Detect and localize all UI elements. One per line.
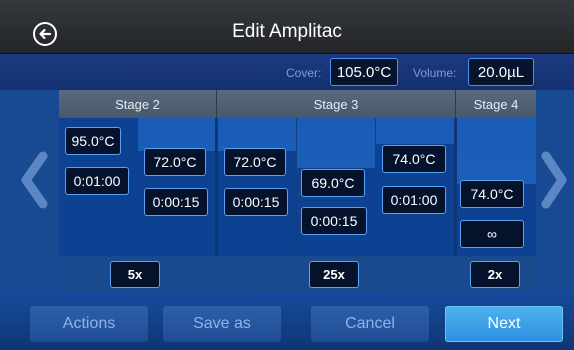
stage-header-2[interactable]: Stage 2 <box>59 90 216 118</box>
cover-temperature-field[interactable]: 105.0°C <box>330 58 398 86</box>
step-5-temperature-field[interactable]: 74.0°C <box>382 145 446 173</box>
cover-label: Cover: <box>286 66 322 80</box>
cancel-button[interactable]: Cancel <box>311 306 429 342</box>
chevron-left-icon <box>21 151 48 209</box>
step-4-temperature-field[interactable]: 69.0°C <box>301 169 365 197</box>
step-column[interactable] <box>138 118 216 256</box>
step-4-time-field[interactable]: 0:00:15 <box>301 207 367 235</box>
next-button[interactable]: Next <box>445 306 563 342</box>
page-title: Edit Amplitac <box>232 21 342 42</box>
stage-4-cycles-field[interactable]: 2x <box>470 261 520 288</box>
stage-3-cycles-field[interactable]: 25x <box>309 261 359 288</box>
step-2-time-field[interactable]: 0:00:15 <box>144 188 208 216</box>
actions-button[interactable]: Actions <box>30 306 148 342</box>
scroll-left-button[interactable] <box>18 150 48 210</box>
scroll-right-button[interactable] <box>540 150 570 210</box>
volume-label: Volume: <box>413 66 457 80</box>
stage-header-3[interactable]: Stage 3 <box>217 90 455 118</box>
step-2-temperature-field[interactable]: 72.0°C <box>144 148 206 176</box>
step-3-time-field[interactable]: 0:00:15 <box>224 188 288 216</box>
step-column[interactable] <box>218 118 296 256</box>
stage-2-cycles-field[interactable]: 5x <box>110 261 160 288</box>
volume-field[interactable]: 20.0µL <box>468 58 534 86</box>
save-as-button[interactable]: Save as <box>163 306 281 342</box>
stage-header-4[interactable]: Stage 4 <box>456 90 536 118</box>
step-1-time-field[interactable]: 0:01:00 <box>65 167 129 195</box>
step-6-hold-time-field[interactable]: ∞ <box>460 220 524 248</box>
step-3-temperature-field[interactable]: 72.0°C <box>224 148 286 176</box>
step-6-temperature-field[interactable]: 74.0°C <box>460 180 524 208</box>
chevron-right-icon <box>541 151 567 209</box>
run-settings-bar: Cover: 105.0°C Volume: 20.0µL <box>0 54 574 90</box>
footer-bar: Actions Save as Cancel Next <box>0 292 574 350</box>
cycle-row: 5x 25x 2x <box>59 256 536 292</box>
stage-header-row: Stage 2 Stage 3 Stage 4 <box>59 90 536 118</box>
step-5-time-field[interactable]: 0:01:00 <box>382 186 446 214</box>
title-bar: Edit Amplitac <box>0 0 574 54</box>
step-1-temperature-field[interactable]: 95.0°C <box>65 127 121 155</box>
